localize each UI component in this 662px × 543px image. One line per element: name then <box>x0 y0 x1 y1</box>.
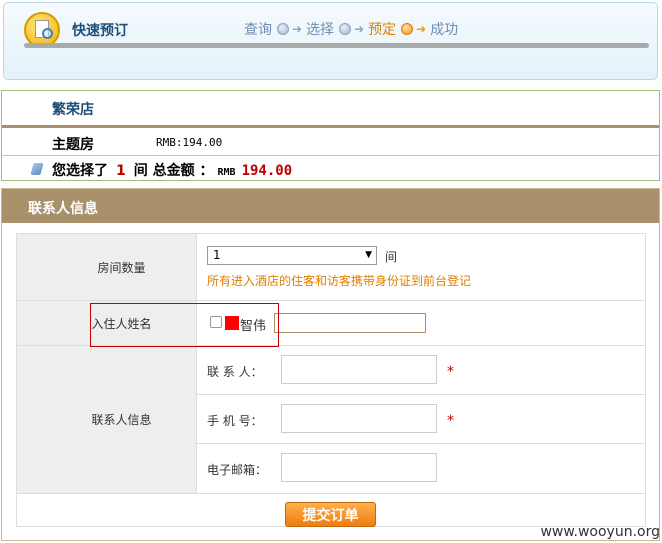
step-reserve: 预定 <box>368 22 397 38</box>
progress-bar <box>24 43 649 48</box>
phone-label: 手 机 号： <box>207 414 263 428</box>
summary-unit-total: 间 总金额 ： <box>133 163 214 179</box>
room-count: 1 <box>116 163 126 179</box>
submit-order-button[interactable]: 提交订单 <box>285 502 376 527</box>
total-amount: 194.00 <box>241 163 293 179</box>
section-title: 联系人信息 <box>2 189 659 223</box>
room-count-cell: 1 ▼ 间 所有进入酒店的住客和访客携带身份证到前台登记 <box>197 234 645 301</box>
booking-form: 房间数量 1 ▼ 间 所有进入酒店的住客和访客携带身份证到前台登记 入住人姓名 … <box>16 233 646 527</box>
hotel-summary: 繁荣店 主题房 RMB:194.00 您选择了 1 间 总金额 ： RMB 19… <box>1 90 660 181</box>
room-count-select[interactable]: 1 ▼ <box>207 246 377 265</box>
room-price: RMB:194.00 <box>156 136 223 149</box>
summary-prefix: 您选择了 <box>52 163 108 179</box>
step-select: 选择 <box>306 22 335 38</box>
room-row: 主题房 RMB:194.00 <box>2 128 659 156</box>
phone-cell: 手 机 号： * <box>197 395 645 444</box>
contact-person-label: 联 系 人： <box>207 365 263 379</box>
step-success: 成功 <box>430 22 459 38</box>
required-mark: * <box>447 364 454 380</box>
header-title: 快速预订 <box>72 23 128 39</box>
select-value: 1 <box>213 248 221 262</box>
step-dot-icon <box>339 23 352 35</box>
phone-input[interactable] <box>281 404 437 433</box>
hotel-name: 繁荣店 <box>52 102 94 118</box>
arrow-right-icon: ➜ <box>354 22 365 36</box>
room-type: 主题房 <box>52 137 94 153</box>
booking-header: 快速预订 查询 ➜ 选择 ➜ 预定 ➜ 成功 <box>3 2 658 80</box>
email-cell: 电子邮箱： <box>197 444 645 494</box>
id-notice: 所有进入酒店的住客和访客携带身份证到前台登记 <box>207 274 472 288</box>
contact-person-cell: 联 系 人： * <box>197 346 645 395</box>
watermark: www.wooyun.org <box>540 524 660 540</box>
dropdown-arrow-icon: ▼ <box>365 250 372 260</box>
step-query: 查询 <box>244 22 272 38</box>
step-dot-icon <box>277 23 289 35</box>
guest-name-input[interactable] <box>274 313 426 333</box>
room-unit: 间 <box>385 250 398 264</box>
email-label: 电子邮箱： <box>207 463 268 477</box>
booking-steps: 查询 ➜ 选择 ➜ 预定 ➜ 成功 <box>244 19 460 39</box>
order-summary: 您选择了 1 间 总金额 ： RMB 194.00 <box>30 160 293 180</box>
email-input[interactable] <box>281 453 437 482</box>
pencil-icon <box>30 163 44 175</box>
contact-info-label: 联系人信息 <box>17 346 197 494</box>
currency: RMB <box>217 167 236 178</box>
step-dot-active-icon <box>401 23 414 35</box>
arrow-right-icon: ➜ <box>416 22 427 36</box>
required-mark: * <box>447 413 454 429</box>
contact-section: 联系人信息 房间数量 1 ▼ 间 所有进入酒店的住客和访客携带身份证到前台登记 … <box>1 188 660 541</box>
highlight-box <box>90 303 279 347</box>
contact-person-input[interactable] <box>281 355 437 384</box>
room-count-label: 房间数量 <box>17 234 197 301</box>
arrow-right-icon: ➜ <box>292 22 303 36</box>
